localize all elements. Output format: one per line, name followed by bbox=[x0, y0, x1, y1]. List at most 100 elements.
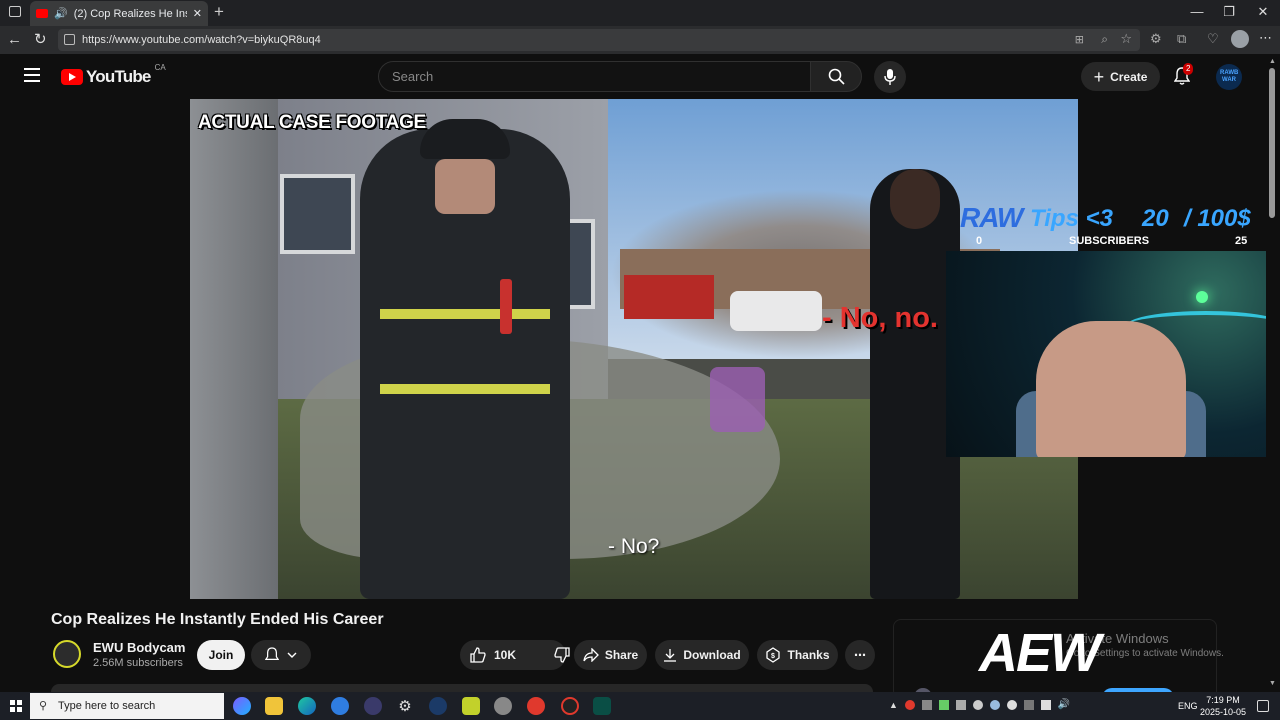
region-code: CA bbox=[154, 63, 166, 72]
video-firefighter bbox=[360, 119, 570, 599]
share-label: Share bbox=[604, 648, 639, 662]
network-icon[interactable] bbox=[1040, 700, 1051, 710]
browser-tab-active[interactable]: 🔊 (2) Cop Realizes He Instantly ✕ bbox=[30, 1, 208, 26]
tray-chevron-up-icon[interactable]: ▲ bbox=[889, 700, 898, 710]
channel-avatar[interactable] bbox=[53, 640, 81, 668]
tab-actions-icon[interactable] bbox=[9, 6, 21, 17]
more-actions-button[interactable]: ⋯ bbox=[845, 640, 875, 670]
tray-app-icon[interactable] bbox=[904, 700, 915, 710]
dislike-button[interactable] bbox=[554, 647, 570, 663]
tray-icons[interactable]: ▲ 🔊 bbox=[889, 700, 1070, 710]
maximize-button[interactable]: ❐ bbox=[1214, 4, 1244, 20]
clock-time: 7:19 PM bbox=[1206, 695, 1240, 705]
tips-progress: 20 bbox=[1142, 205, 1169, 232]
scroll-up-icon[interactable]: ▲ bbox=[1269, 58, 1276, 65]
tray-app-icon[interactable] bbox=[921, 700, 932, 710]
account-avatar-text: RAWB WAR bbox=[1220, 70, 1239, 83]
youtube-logo[interactable]: YouTube CA bbox=[61, 63, 166, 87]
notifications-button[interactable]: 2 bbox=[1174, 63, 1194, 85]
settings-icon[interactable]: ⚙ bbox=[396, 697, 414, 715]
notification-badge: 2 bbox=[1183, 63, 1194, 75]
search-placeholder: Search bbox=[392, 69, 434, 84]
subscribers-label: SUBSCRIBERS bbox=[1069, 235, 1150, 247]
subscriber-goal: 25 bbox=[1235, 235, 1248, 247]
tray-app-icon[interactable] bbox=[1006, 700, 1017, 710]
search-icon bbox=[828, 68, 845, 85]
voice-search-button[interactable] bbox=[874, 61, 906, 93]
refresh-icon[interactable]: ↻ bbox=[34, 30, 47, 48]
video-player[interactable]: ACTUAL CASE FOOTAGE - No, no. - No? bbox=[190, 99, 1078, 599]
steam-icon[interactable] bbox=[429, 697, 447, 715]
subtitle-white: - No? bbox=[608, 535, 660, 558]
tab-close-icon[interactable]: ✕ bbox=[193, 7, 202, 20]
favorite-star-icon[interactable]: ☆ bbox=[1120, 31, 1132, 47]
description-box-edge bbox=[51, 684, 873, 692]
search-input[interactable]: Search bbox=[378, 61, 811, 92]
pinned-app-icon[interactable] bbox=[364, 697, 382, 715]
edge-icon[interactable] bbox=[298, 697, 316, 715]
subscriber-count-start: 0 bbox=[976, 235, 983, 247]
close-window-button[interactable]: ✕ bbox=[1248, 4, 1278, 20]
site-info-icon[interactable] bbox=[64, 34, 75, 45]
account-avatar[interactable]: RAWB WAR bbox=[1216, 64, 1242, 90]
copilot-icon[interactable] bbox=[233, 697, 251, 715]
download-icon bbox=[664, 649, 677, 662]
pinned-app-icon[interactable] bbox=[494, 697, 512, 715]
extensions-puzzle-icon[interactable]: ⧉ bbox=[1177, 31, 1186, 47]
url-text: https://www.youtube.com/watch?v=biykuQR8… bbox=[82, 34, 321, 46]
pinned-app-icon[interactable] bbox=[593, 697, 611, 715]
tray-app-icon[interactable] bbox=[955, 700, 966, 710]
menu-icon[interactable] bbox=[24, 68, 40, 82]
tray-app-icon[interactable] bbox=[938, 700, 949, 710]
back-icon[interactable]: ← bbox=[7, 31, 22, 48]
search-button[interactable] bbox=[810, 61, 862, 92]
minimize-button[interactable]: — bbox=[1182, 4, 1212, 19]
scroll-thumb[interactable] bbox=[1269, 68, 1275, 218]
channel-name[interactable]: EWU Bodycam bbox=[93, 640, 185, 655]
scroll-down-icon[interactable]: ▼ bbox=[1269, 680, 1276, 687]
pinned-app-icon-active[interactable] bbox=[527, 697, 545, 715]
profile-avatar[interactable] bbox=[1231, 30, 1249, 48]
like-button[interactable]: 10K bbox=[470, 647, 516, 663]
taskbar-search-input[interactable]: ⚲ Type here to search bbox=[30, 693, 224, 719]
tray-app-icon[interactable] bbox=[1023, 700, 1034, 710]
youtube-header: YouTube CA Search + Create 2 RAWB WAR bbox=[0, 54, 1280, 99]
chevron-down-icon bbox=[287, 652, 297, 658]
collections-icon[interactable]: ♡ bbox=[1207, 31, 1219, 47]
tray-app-icon[interactable] bbox=[972, 700, 983, 710]
subscription-bell-button[interactable] bbox=[251, 640, 311, 670]
taskbar-clock[interactable]: 7:19 PM 2025-10-05 bbox=[1200, 694, 1246, 718]
language-indicator[interactable]: ENG bbox=[1178, 701, 1198, 711]
tray-app-icon[interactable] bbox=[989, 700, 1000, 710]
footage-tag: ACTUAL CASE FOOTAGE bbox=[198, 112, 426, 133]
pinned-app-icon[interactable] bbox=[462, 697, 480, 715]
pinned-app-icon[interactable] bbox=[561, 697, 579, 715]
more-icon: ⋯ bbox=[854, 648, 866, 662]
extension-icon[interactable]: ⚙ bbox=[1150, 31, 1162, 47]
file-explorer-icon[interactable] bbox=[265, 697, 283, 715]
like-dislike-group: 10K bbox=[460, 640, 570, 670]
video-fire-truck bbox=[624, 275, 714, 319]
pinned-app-icon[interactable] bbox=[331, 697, 349, 715]
page-scrollbar[interactable]: ▲ ▼ bbox=[1266, 56, 1280, 692]
zoom-icon[interactable]: ⌕ bbox=[1101, 32, 1108, 47]
raw-label: RAW bbox=[960, 202, 1023, 233]
thanks-button[interactable]: $ Thanks bbox=[757, 640, 838, 670]
download-button[interactable]: Download bbox=[655, 640, 749, 670]
windows-start-icon[interactable] bbox=[10, 700, 22, 712]
create-button[interactable]: + Create bbox=[1081, 62, 1160, 91]
new-tab-button[interactable]: + bbox=[214, 2, 224, 22]
wolf-watermark-icon bbox=[710, 367, 765, 432]
share-button[interactable]: Share bbox=[574, 640, 647, 670]
app-icon[interactable]: ⊞ bbox=[1075, 33, 1084, 46]
mic-icon bbox=[884, 69, 896, 85]
activate-windows-subtitle: Go to Settings to activate Windows. bbox=[1066, 648, 1224, 659]
browser-tab-bar: 🔊 (2) Cop Realizes He Instantly ✕ + — ❐ … bbox=[0, 0, 1280, 26]
webcam-overlay bbox=[946, 251, 1280, 457]
url-field[interactable]: https://www.youtube.com/watch?v=biykuQR8… bbox=[58, 29, 1140, 51]
volume-icon[interactable]: 🔊 bbox=[1058, 700, 1070, 710]
audio-icon[interactable]: 🔊 bbox=[54, 7, 68, 20]
notification-center-icon[interactable] bbox=[1257, 700, 1269, 712]
join-button[interactable]: Join bbox=[197, 640, 245, 670]
browser-menu-icon[interactable]: ⋯ bbox=[1259, 30, 1272, 46]
